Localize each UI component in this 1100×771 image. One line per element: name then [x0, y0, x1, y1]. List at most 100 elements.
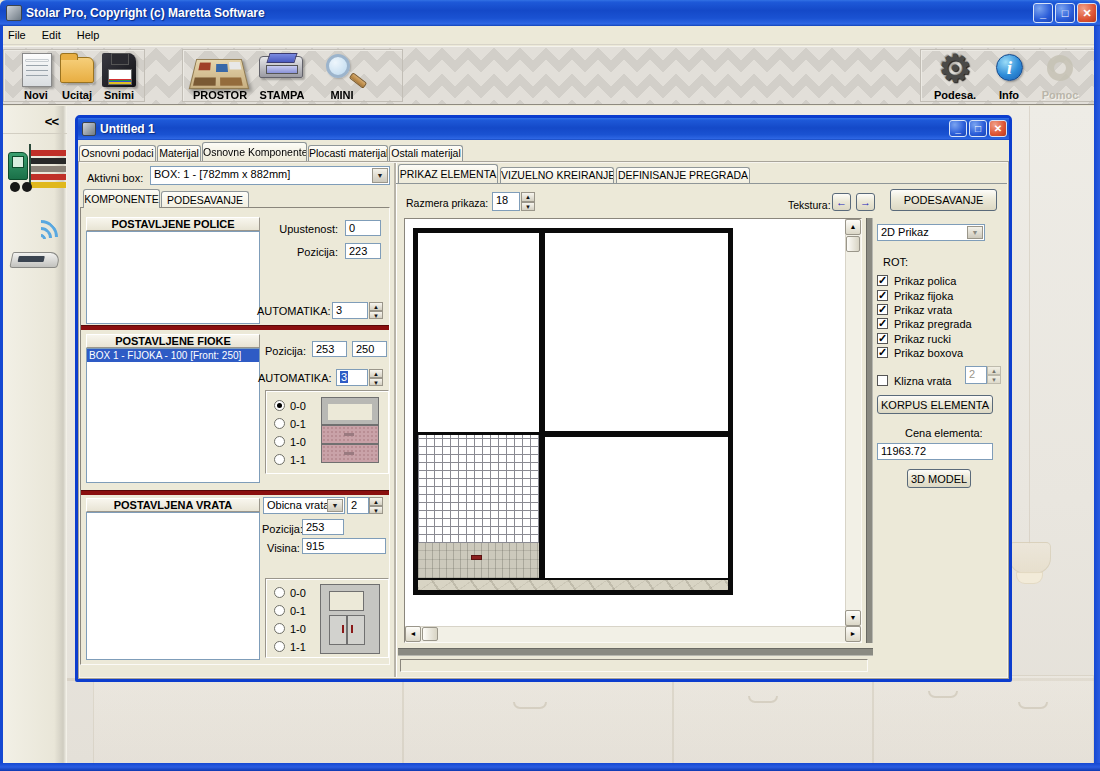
doc-maximize-button[interactable]: □ [969, 120, 987, 137]
mini-button[interactable]: MINI [318, 53, 366, 101]
tab-plocasti-materijal[interactable]: Plocasti materijal [308, 145, 388, 161]
save-floppy-icon [102, 53, 136, 87]
doc-minimize-button[interactable]: _ [949, 120, 967, 137]
fioke-radio-0-1[interactable] [274, 418, 285, 429]
doc-titlebar: Untitled 1 [78, 118, 1009, 140]
checkbox-prikaz-polica[interactable] [877, 275, 888, 286]
vrata-visina-field[interactable]: 915 [302, 538, 386, 554]
podesa-button[interactable]: ⚙ Podesa. [929, 53, 981, 101]
vrata-radio-0-1[interactable] [274, 605, 285, 616]
combo-arrow-icon[interactable]: ▼ [327, 499, 343, 512]
police-pozicija-field[interactable]: 223 [345, 243, 381, 259]
new-button[interactable]: Novi [14, 53, 58, 101]
checkbox-klizna-vrata[interactable] [877, 375, 888, 386]
prostor-button[interactable]: PROSTOR [191, 53, 249, 101]
vertical-splitter[interactable] [866, 218, 873, 643]
texture-prev-button[interactable]: ← [832, 193, 851, 211]
fioke-selected-item[interactable]: BOX 1 - FIJOKA - 100 [Front: 250] [87, 349, 259, 362]
tab-osnovni-podaci[interactable]: Osnovni podaci [79, 145, 156, 161]
stampa-button[interactable]: STAMPA [255, 53, 309, 101]
vrata-pozicija-field[interactable]: 253 [302, 519, 344, 535]
tab-definisanje-pregrada[interactable]: DEFINISANJE PREGRADA [616, 167, 750, 183]
vrata-radio-0-0[interactable] [274, 587, 285, 598]
section-divider [81, 325, 389, 330]
window-border-bottom [0, 763, 1100, 771]
subtab-podesavanje[interactable]: PODESAVANJE [161, 191, 249, 208]
sidebar-collapse-button[interactable]: << [45, 114, 58, 129]
tab-materijal[interactable]: Materijal [157, 145, 201, 161]
forklift-icon[interactable] [8, 142, 66, 194]
menu-help[interactable]: Help [69, 27, 108, 43]
main-titlebar: Stolar Pro, Copyright (c) Maretta Softwa… [0, 0, 1100, 26]
open-folder-icon [60, 57, 94, 83]
doc-close-button[interactable]: ✕ [989, 120, 1007, 137]
police-automatika-field[interactable]: 3 [332, 302, 368, 319]
razmera-field[interactable]: 18 [492, 192, 520, 211]
open-button[interactable]: Ucitaj [54, 53, 100, 101]
vrata-broj-spinner[interactable]: ▲▼ [369, 497, 383, 514]
vrata-listbox[interactable] [86, 512, 260, 660]
fioke-radio-1-0[interactable] [274, 436, 285, 447]
razmera-spinner[interactable]: ▲▼ [521, 192, 535, 211]
upustenost-label: Upustenost: [253, 223, 338, 235]
fioke-pozicija-label: Pozicija: [265, 345, 306, 357]
new-document-icon [22, 53, 52, 87]
fioke-automatika-spinner[interactable]: ▲▼ [369, 369, 383, 386]
fioke-radio-0-0[interactable] [274, 400, 285, 411]
info-button[interactable]: i Info [987, 53, 1031, 101]
drawer-preview-image [322, 398, 378, 462]
vrata-radio-1-1[interactable] [274, 641, 285, 652]
vrata-tip-combo[interactable]: Obicna vrata ▼ [263, 497, 345, 514]
minimize-button[interactable]: _ [1033, 3, 1053, 23]
subtab-komponente[interactable]: KOMPONENTE [83, 189, 160, 208]
canvas-vscrollbar[interactable]: ▲ ▼ [845, 219, 861, 626]
police-listbox[interactable] [86, 231, 260, 324]
toolbar-group-settings: ⚙ Podesa. i Info Pomoc [920, 49, 1097, 102]
horizontal-splitter[interactable] [398, 648, 873, 656]
fioke-automatika-field[interactable]: 3 [336, 369, 368, 386]
combo-arrow-icon[interactable]: ▼ [372, 168, 388, 183]
vrata-broj-field[interactable]: 2 [347, 497, 369, 514]
checkbox-prikaz-fijoka[interactable] [877, 290, 888, 301]
toolbar-group-file: Novi Ucitaj Snimi [3, 49, 145, 102]
tab-osnovne-komponente[interactable]: Osnovne Komponente [202, 142, 307, 161]
vrata-header: POSTAVLJENA VRATA [86, 498, 260, 512]
tab-prikaz-elementa[interactable]: PRIKAZ ELEMENTA [398, 164, 498, 183]
tab-vizuelno-kreiranje[interactable]: VIZUELNO KREIRANJE [500, 167, 614, 183]
checkbox-prikaz-pregrada[interactable] [877, 318, 888, 329]
fioke-radio-1-1[interactable] [274, 454, 285, 465]
scanner-icon[interactable] [10, 218, 62, 278]
save-button[interactable]: Snimi [97, 53, 141, 101]
upustenost-field[interactable]: 0 [345, 220, 381, 236]
cena-label: Cena elementa: [905, 427, 983, 439]
menu-file[interactable]: File [0, 27, 34, 43]
magnifier-icon [326, 54, 350, 78]
checkbox-prikaz-vrata[interactable] [877, 304, 888, 315]
canvas-hscrollbar[interactable]: ◄ ► [405, 626, 861, 642]
texture-next-button[interactable]: → [856, 193, 875, 211]
fioke-listbox[interactable]: BOX 1 - FIJOKA - 100 [Front: 250] [86, 348, 260, 483]
aktivni-box-combo[interactable]: BOX: 1 - [782mm x 882mm] ▼ [150, 166, 390, 185]
fioke-pozicija1-field[interactable]: 253 [312, 341, 347, 357]
app-title: Stolar Pro, Copyright (c) Maretta Softwa… [26, 6, 265, 20]
police-automatika-spinner[interactable]: ▲▼ [369, 302, 383, 319]
checkbox-prikaz-boxova[interactable] [877, 347, 888, 358]
model-3d-button[interactable]: 3D MODEL [907, 469, 971, 488]
view-mode-combo[interactable]: 2D Prikaz ▼ [877, 224, 985, 241]
drawing-canvas[interactable]: ▲ ▼ ◄ ► [404, 218, 862, 643]
maximize-button[interactable]: □ [1055, 3, 1075, 23]
police-header: POSTAVLJENE POLICE [86, 217, 260, 231]
tekstura-label: Tekstura: [788, 199, 831, 211]
korpus-elementa-button[interactable]: KORPUS ELEMENTA [877, 395, 993, 414]
fioke-pozicija2-field[interactable]: 250 [352, 341, 387, 357]
window-border-right [1094, 26, 1100, 763]
tab-ostali-materijal[interactable]: Ostali materijal [389, 145, 463, 161]
podesavanje-button[interactable]: PODESAVANJE [890, 189, 997, 211]
cena-field[interactable]: 11963.72 [877, 443, 993, 460]
close-button[interactable]: ✕ [1077, 3, 1097, 23]
menu-edit[interactable]: Edit [34, 27, 69, 43]
rot-label: ROT: [883, 256, 908, 268]
vrata-radio-1-0[interactable] [274, 623, 285, 634]
checkbox-prikaz-rucki[interactable] [877, 333, 888, 344]
info-icon: i [996, 54, 1023, 81]
